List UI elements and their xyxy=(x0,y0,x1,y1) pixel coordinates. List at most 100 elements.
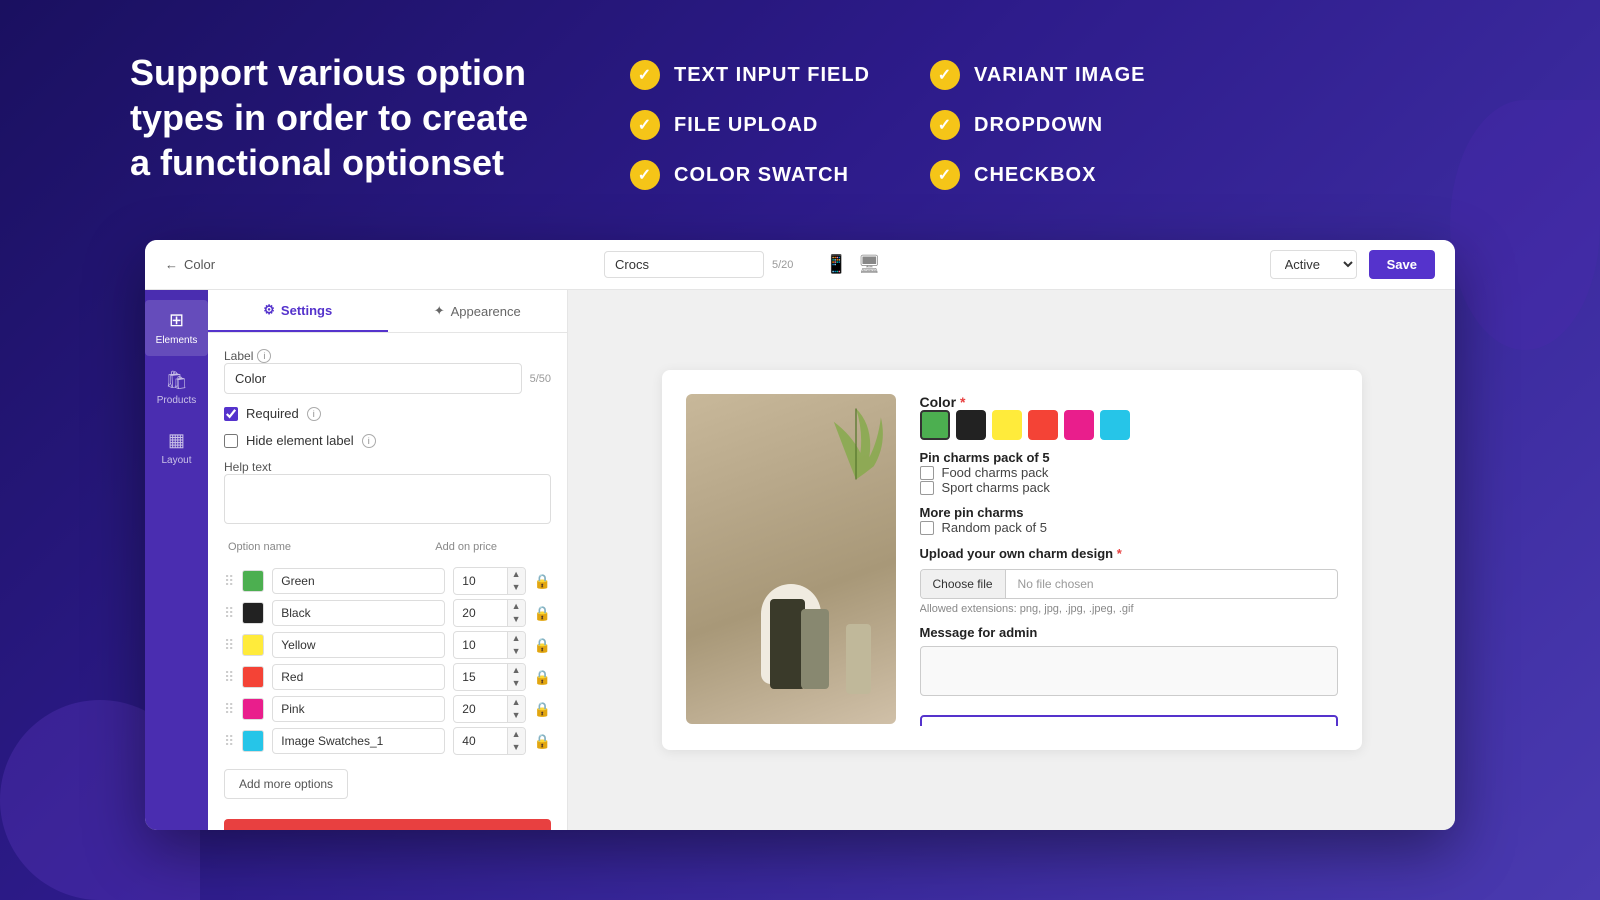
price-input-2[interactable] xyxy=(454,633,506,657)
appearance-icon: ✦ xyxy=(434,303,445,319)
option-name-input-0[interactable] xyxy=(272,568,445,594)
feature-label-checkbox: CHECKBOX xyxy=(974,164,1096,187)
price-up-1[interactable]: ▲ xyxy=(508,600,525,613)
price-down-4[interactable]: ▼ xyxy=(508,709,525,722)
swatch-thumb-5 xyxy=(242,730,264,752)
price-down-2[interactable]: ▼ xyxy=(508,645,525,658)
sidebar-item-products[interactable]: 🛍 Products xyxy=(145,360,208,416)
add-more-options-button[interactable]: Add more options xyxy=(224,769,348,799)
price-wrap-0: ▲ ▼ xyxy=(453,567,525,595)
price-down-1[interactable]: ▼ xyxy=(508,613,525,626)
color-swatches xyxy=(920,410,1338,440)
food-charms-label: Food charms pack xyxy=(942,465,1049,480)
color-section: Color * xyxy=(920,394,1338,440)
allowed-extensions: Allowed extensions: png, jpg, .jpg, .jpe… xyxy=(920,603,1338,615)
food-charms-checkbox[interactable] xyxy=(920,466,934,480)
required-checkbox[interactable] xyxy=(224,407,238,421)
option-name-input-3[interactable] xyxy=(272,664,445,690)
drag-handle-1[interactable]: ⠿ xyxy=(224,605,234,622)
add-to-cart-button[interactable]: Add To Cart xyxy=(920,715,1338,726)
message-label: Message for admin xyxy=(920,625,1338,640)
price-input-0[interactable] xyxy=(454,569,506,593)
status-select[interactable]: Active Inactive xyxy=(1270,250,1357,279)
color-swatch-pink[interactable] xyxy=(1064,410,1094,440)
color-swatch-black[interactable] xyxy=(956,410,986,440)
check-icon-text-input: ✓ xyxy=(630,60,660,90)
price-up-0[interactable]: ▲ xyxy=(508,568,525,581)
color-swatch-green[interactable] xyxy=(920,410,950,440)
upload-section: Upload your own charm design * Choose fi… xyxy=(920,545,1338,615)
price-down-3[interactable]: ▼ xyxy=(508,677,525,690)
lock-icon-2[interactable]: 🔒 xyxy=(534,637,551,654)
drag-handle-4[interactable]: ⠿ xyxy=(224,701,234,718)
option-row-4: ⠿ ▲ ▼ 🔒 xyxy=(224,693,551,725)
sidebar-item-elements[interactable]: ⊞ Elements xyxy=(145,300,208,356)
hide-label-checkbox[interactable] xyxy=(224,434,238,448)
pin-charms-section: Pin charms pack of 5 Food charms pack Sp… xyxy=(920,450,1338,495)
back-link[interactable]: ← Color xyxy=(165,257,215,272)
more-pin-section: More pin charms Random pack of 5 xyxy=(920,505,1338,535)
price-input-1[interactable] xyxy=(454,601,506,625)
lock-icon-0[interactable]: 🔒 xyxy=(534,573,551,590)
top-section: Support various option types in order to… xyxy=(0,0,1600,230)
message-textarea[interactable] xyxy=(920,646,1338,696)
required-row: Required i xyxy=(224,406,551,421)
price-up-2[interactable]: ▲ xyxy=(508,632,525,645)
product-decor-2 xyxy=(770,599,805,689)
tab-appearance[interactable]: ✦ Appearence xyxy=(388,290,568,332)
label-input[interactable] xyxy=(224,363,522,394)
help-text-input[interactable] xyxy=(224,474,551,524)
choose-file-button[interactable]: Choose file xyxy=(921,570,1006,598)
price-up-4[interactable]: ▲ xyxy=(508,696,525,709)
color-swatch-yellow[interactable] xyxy=(992,410,1022,440)
sidebar-item-layout[interactable]: ▦ Layout xyxy=(145,420,208,476)
drag-handle-0[interactable]: ⠿ xyxy=(224,573,234,590)
price-up-5[interactable]: ▲ xyxy=(508,728,525,741)
price-wrap-3: ▲ ▼ xyxy=(453,663,525,691)
option-name-input-4[interactable] xyxy=(272,696,445,722)
option-row-0: ⠿ ▲ ▼ 🔒 xyxy=(224,565,551,597)
price-up-3[interactable]: ▲ xyxy=(508,664,525,677)
help-text-label: Help text xyxy=(224,460,551,474)
price-input-5[interactable] xyxy=(454,729,506,753)
features-grid: ✓ TEXT INPUT FIELD ✓ VARIANT IMAGE ✓ FIL… xyxy=(630,50,1170,190)
add-on-price-col-label: Add on price xyxy=(435,541,497,553)
price-input-3[interactable] xyxy=(454,665,506,689)
title-input[interactable] xyxy=(604,251,764,278)
swatch-thumb-1 xyxy=(242,602,264,624)
mobile-icon[interactable]: 📱 xyxy=(825,254,847,275)
title-char-count: 5/20 xyxy=(772,259,793,271)
settings-gear-icon: ⚙ xyxy=(263,302,275,318)
option-name-input-2[interactable] xyxy=(272,632,445,658)
lock-icon-4[interactable]: 🔒 xyxy=(534,701,551,718)
palm-leaf-icon xyxy=(826,404,886,484)
lock-icon-1[interactable]: 🔒 xyxy=(534,605,551,622)
feature-label-variant-image: VARIANT IMAGE xyxy=(974,64,1146,87)
price-stepper-0: ▲ ▼ xyxy=(507,568,525,594)
check-icon-dropdown: ✓ xyxy=(930,110,960,140)
tab-settings[interactable]: ⚙ Settings xyxy=(208,290,388,332)
decorative-blob-2 xyxy=(1450,100,1600,350)
color-swatch-red[interactable] xyxy=(1028,410,1058,440)
price-input-4[interactable] xyxy=(454,697,506,721)
settings-tabs: ⚙ Settings ✦ Appearence xyxy=(208,290,567,333)
remove-element-button[interactable]: Remove element xyxy=(224,819,551,830)
option-name-input-5[interactable] xyxy=(272,728,445,754)
color-swatch-blue[interactable] xyxy=(1100,410,1130,440)
desktop-icon[interactable]: 🖥 xyxy=(858,254,881,275)
product-image-inner xyxy=(686,394,896,724)
drag-handle-3[interactable]: ⠿ xyxy=(224,669,234,686)
feature-color-swatch: ✓ COLOR SWATCH xyxy=(630,160,870,190)
sport-charms-checkbox[interactable] xyxy=(920,481,934,495)
option-rows: ⠿ ▲ ▼ 🔒 ⠿ ▲ ▼ 🔒 ⠿ ▲ xyxy=(224,565,551,757)
random-pack-checkbox[interactable] xyxy=(920,521,934,535)
price-down-5[interactable]: ▼ xyxy=(508,741,525,754)
drag-handle-2[interactable]: ⠿ xyxy=(224,637,234,654)
lock-icon-5[interactable]: 🔒 xyxy=(534,733,551,750)
drag-handle-5[interactable]: ⠿ xyxy=(224,733,234,750)
price-down-0[interactable]: ▼ xyxy=(508,581,525,594)
save-button[interactable]: Save xyxy=(1369,250,1435,279)
sport-charms-label: Sport charms pack xyxy=(942,480,1050,495)
lock-icon-3[interactable]: 🔒 xyxy=(534,669,551,686)
option-name-input-1[interactable] xyxy=(272,600,445,626)
